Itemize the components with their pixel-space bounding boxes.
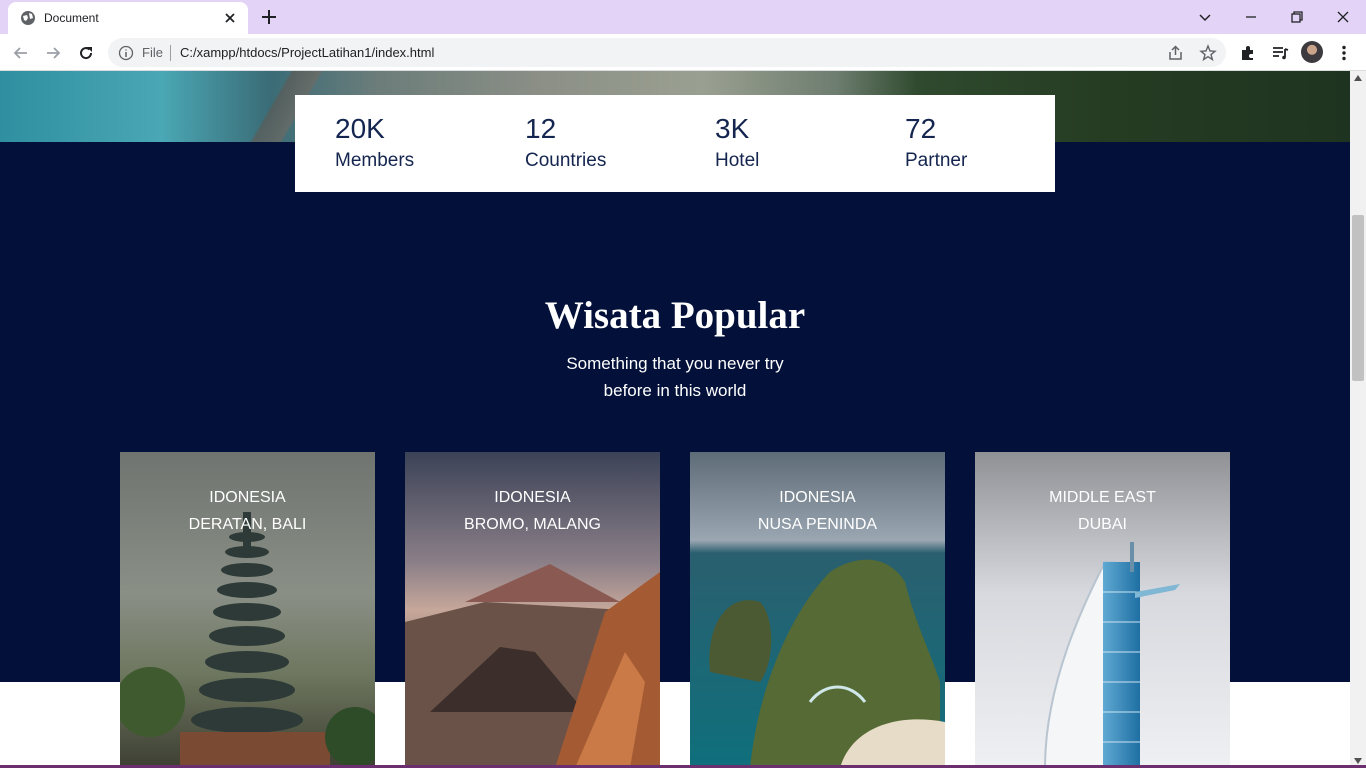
- card-place: NUSA PENINDA: [757, 516, 878, 533]
- scrollbar-thumb[interactable]: [1352, 215, 1364, 381]
- destination-card-dubai[interactable]: MIDDLE EAST DUBAI: [975, 452, 1230, 768]
- close-tab-icon[interactable]: [222, 10, 238, 26]
- browser-toolbar: File C:/xampp/htdocs/ProjectLatihan1/ind…: [0, 34, 1366, 71]
- stat-value: 20K: [335, 113, 385, 144]
- scroll-down-arrow-icon[interactable]: [1354, 758, 1362, 764]
- bookmark-star-icon[interactable]: [1198, 43, 1218, 63]
- omnibox-divider: [170, 45, 171, 61]
- url-text[interactable]: C:/xampp/htdocs/ProjectLatihan1/index.ht…: [180, 45, 434, 60]
- card-region: IDONESIA: [494, 489, 571, 506]
- stats-panel: 20K Members 12 Countries 3K Hotel 72 Par…: [295, 95, 1055, 192]
- profile-avatar[interactable]: [1301, 41, 1323, 63]
- address-bar[interactable]: File C:/xampp/htdocs/ProjectLatihan1/ind…: [108, 38, 1226, 67]
- kebab-menu-icon[interactable]: [1334, 43, 1354, 63]
- media-queue-icon[interactable]: [1270, 43, 1290, 63]
- reload-icon[interactable]: [76, 43, 96, 63]
- scroll-up-arrow-icon[interactable]: [1354, 75, 1362, 81]
- card-place: BROMO, MALANG: [464, 516, 601, 533]
- restore-icon[interactable]: [1287, 7, 1307, 27]
- section-subtitle: Something that you never try before in t…: [525, 350, 825, 404]
- card-region: IDONESIA: [209, 489, 286, 506]
- card-caption: IDONESIA BROMO, MALANG: [405, 484, 660, 538]
- tab-title: Document: [44, 11, 99, 25]
- tab-search-chevron-icon[interactable]: [1195, 7, 1215, 27]
- subtitle-line: Something that you never try: [566, 354, 784, 373]
- page-viewport: 20K Members 12 Countries 3K Hotel 72 Par…: [0, 71, 1350, 768]
- card-region: MIDDLE EAST: [1049, 489, 1156, 506]
- extensions-puzzle-icon[interactable]: [1238, 43, 1258, 63]
- stat-label: Members: [335, 150, 415, 171]
- card-caption: IDONESIA NUSA PENINDA: [690, 484, 945, 538]
- browser-tab[interactable]: Document: [8, 2, 248, 34]
- forward-arrow-icon[interactable]: [43, 43, 63, 63]
- minimize-icon[interactable]: [1241, 7, 1261, 27]
- stat-hotel: 3K Hotel: [715, 113, 759, 175]
- subtitle-line: before in this world: [603, 381, 747, 400]
- stat-partner: 72 Partner: [905, 113, 967, 175]
- share-icon[interactable]: [1166, 43, 1186, 63]
- destination-card-nusa-penida[interactable]: IDONESIA NUSA PENINDA: [690, 452, 945, 768]
- globe-icon: [21, 11, 35, 25]
- card-place: DERATAN, BALI: [188, 516, 307, 533]
- info-icon[interactable]: [118, 45, 134, 61]
- destination-card-bali[interactable]: IDONESIA DERATAN, BALI: [120, 452, 375, 768]
- card-place: DUBAI: [1078, 516, 1127, 533]
- url-scheme-label: File: [142, 45, 163, 60]
- stat-members: 20K Members: [335, 113, 414, 175]
- stat-value: 72: [905, 113, 937, 144]
- new-tab-icon[interactable]: [260, 8, 278, 26]
- card-region: IDONESIA: [779, 489, 856, 506]
- stat-value: 12: [525, 113, 557, 144]
- stat-label: Countries: [525, 150, 607, 171]
- page-scrollbar[interactable]: [1350, 71, 1366, 768]
- close-window-icon[interactable]: [1333, 7, 1353, 27]
- stat-label: Partner: [905, 150, 968, 171]
- card-caption: IDONESIA DERATAN, BALI: [120, 484, 375, 538]
- browser-tab-strip: Document: [0, 0, 1366, 34]
- destination-card-bromo[interactable]: IDONESIA BROMO, MALANG: [405, 452, 660, 768]
- stat-value: 3K: [715, 113, 750, 144]
- stat-label: Hotel: [715, 150, 760, 171]
- section-title: Wisata Popular: [544, 294, 806, 337]
- back-arrow-icon[interactable]: [11, 43, 31, 63]
- stat-countries: 12 Countries: [525, 113, 606, 175]
- card-caption: MIDDLE EAST DUBAI: [975, 484, 1230, 538]
